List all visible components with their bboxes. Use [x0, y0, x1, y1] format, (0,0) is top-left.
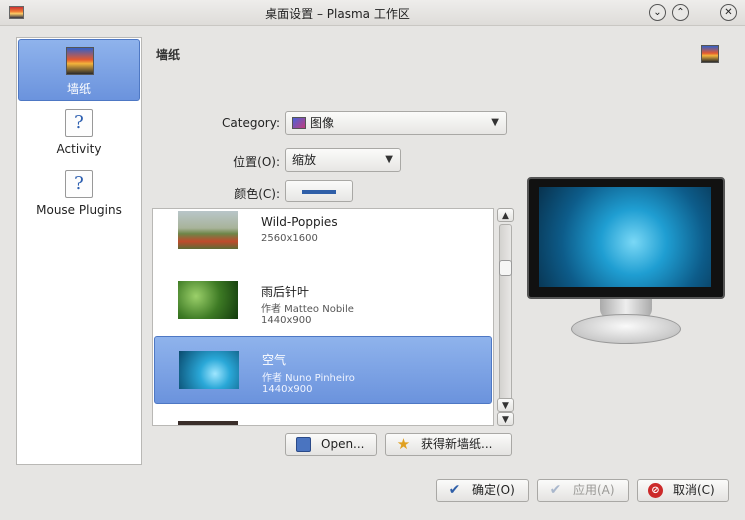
wallpaper-preview: [527, 177, 725, 299]
color-label: 颜色(C):: [234, 187, 280, 201]
star-icon: ★: [396, 435, 411, 453]
title-bar: 桌面设置 – Plasma 工作区 ⌄ ⌃ ✕: [0, 0, 745, 26]
wallpaper-name: 空气: [262, 353, 287, 367]
scroll-down-button[interactable]: ▼: [497, 412, 514, 426]
check-icon: ✔: [448, 482, 461, 498]
get-new-label: 获得新墙纸...: [421, 437, 493, 451]
category-sidebar: 墙纸 ? Activity ? Mouse Plugins: [16, 37, 142, 465]
minimize-button[interactable]: ⌄: [649, 4, 666, 21]
sidebar-item-activity[interactable]: ? Activity: [18, 102, 140, 164]
maximize-button[interactable]: ⌃: [672, 4, 689, 21]
get-new-wallpapers-button[interactable]: ★ 获得新墙纸...: [385, 433, 512, 456]
scroll-thumb[interactable]: [499, 260, 512, 276]
position-label: 位置(O):: [233, 155, 280, 169]
sidebar-item-mouse-plugins[interactable]: ? Mouse Plugins: [18, 163, 140, 225]
help-doc-icon: ?: [65, 170, 93, 198]
window-title: 桌面设置 – Plasma 工作区: [265, 7, 410, 21]
apply-button[interactable]: ✔ 应用(A): [537, 479, 629, 502]
list-item[interactable]: 空气 作者 Nuno Pinheiro 1440x900: [154, 336, 492, 404]
scroll-down-button[interactable]: ▼: [497, 398, 514, 412]
scroll-track[interactable]: [499, 224, 512, 407]
cancel-icon: ⊘: [648, 483, 663, 498]
category-combo[interactable]: 图像 ▼: [285, 111, 507, 135]
help-doc-icon: ?: [65, 109, 93, 137]
image-category-icon: [292, 117, 306, 129]
list-scrollbar[interactable]: ▲ ▼ ▼: [497, 208, 514, 426]
position-combo[interactable]: 缩放 ▼: [285, 148, 401, 172]
preview-screen: [539, 187, 711, 287]
position-value: 缩放: [292, 153, 317, 167]
ok-button[interactable]: ✔ 确定(O): [436, 479, 529, 502]
check-icon: ✔: [549, 482, 562, 498]
cancel-label: 取消(C): [673, 483, 715, 497]
wallpaper-thumbnail: [178, 421, 238, 425]
wallpaper-thumbnail: [178, 211, 238, 249]
chevron-down-icon: ▼: [491, 117, 499, 128]
color-picker-button[interactable]: [285, 180, 353, 202]
wallpaper-author: 作者 Matteo Nobile: [261, 304, 354, 315]
list-item[interactable]: [154, 405, 492, 425]
wallpaper-thumbnail: [178, 281, 238, 319]
open-button-label: Open...: [321, 437, 365, 451]
category-value: 图像: [310, 116, 335, 130]
wallpaper-size: 1440x900: [262, 384, 313, 395]
save-icon: [296, 437, 311, 452]
close-button[interactable]: ✕: [720, 4, 737, 21]
open-button[interactable]: Open...: [285, 433, 377, 456]
sidebar-item-label: Mouse Plugins: [36, 203, 122, 217]
monitor-base: [571, 314, 681, 344]
scroll-up-button[interactable]: ▲: [497, 208, 514, 222]
sidebar-item-label: 墙纸: [66, 82, 91, 96]
wallpaper-name: 雨后针叶: [261, 285, 310, 299]
wallpaper-icon: [701, 45, 719, 63]
wallpaper-author: 作者 Nuno Pinheiro: [262, 373, 355, 384]
wallpaper-icon: [66, 47, 94, 75]
wallpaper-thumbnail: [179, 351, 239, 389]
wallpaper-size: 1440x900: [261, 315, 312, 326]
ok-label: 确定(O): [472, 483, 515, 497]
chevron-down-icon: ▼: [385, 154, 393, 165]
wallpaper-size: 2560x1600: [261, 233, 318, 244]
apply-label: 应用(A): [573, 483, 615, 497]
sidebar-item-wallpaper[interactable]: 墙纸: [18, 39, 140, 101]
page-title: 墙纸: [156, 48, 181, 62]
list-item[interactable]: Wild-Poppies 2560x1600: [154, 209, 492, 269]
wallpaper-name: Wild-Poppies: [261, 215, 338, 229]
cancel-button[interactable]: ⊘ 取消(C): [637, 479, 729, 502]
wallpaper-list[interactable]: Wild-Poppies 2560x1600 雨后针叶 作者 Matteo No…: [152, 208, 494, 426]
category-label: Category:: [222, 116, 280, 130]
list-item[interactable]: 雨后针叶 作者 Matteo Nobile 1440x900: [154, 269, 492, 337]
sidebar-item-label: Activity: [56, 142, 102, 156]
color-swatch: [302, 190, 336, 194]
